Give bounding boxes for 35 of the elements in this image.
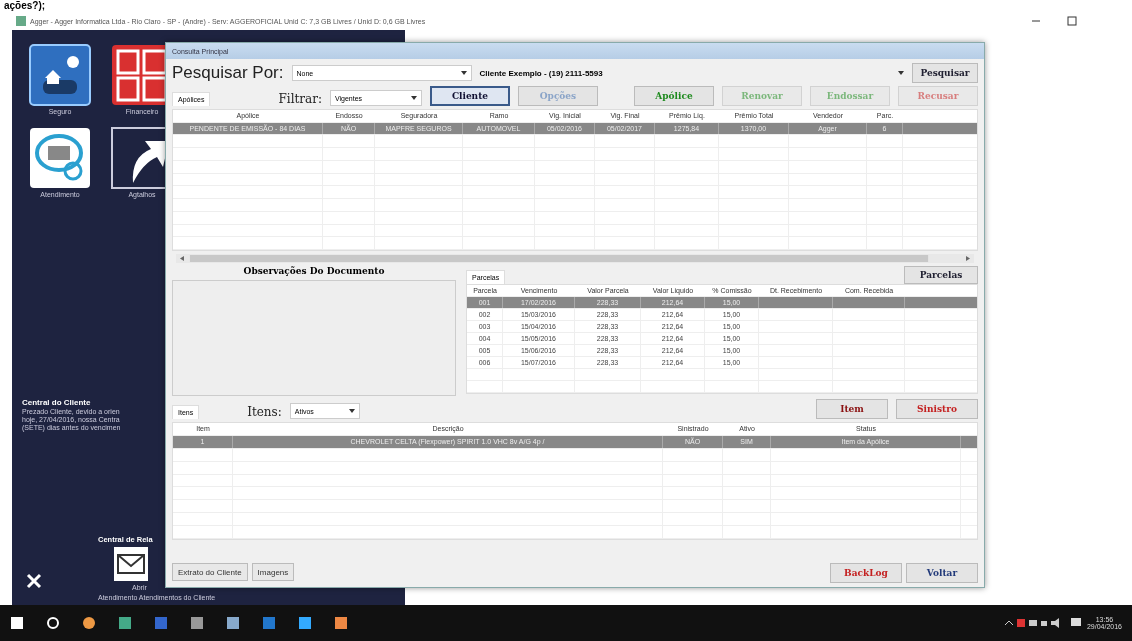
search-label: Pesquisar Por: <box>172 63 284 83</box>
search-icon[interactable] <box>46 616 60 630</box>
notification-icon[interactable] <box>1070 618 1081 628</box>
app-icon[interactable] <box>298 616 312 630</box>
claim-button[interactable]: Sinistro <box>896 399 978 419</box>
installments-button[interactable]: Parcelas <box>904 266 978 284</box>
filter-label: Filtrar: <box>278 92 322 106</box>
search-button[interactable]: Pesquisar <box>912 63 978 83</box>
app-icon[interactable] <box>190 616 204 630</box>
close-icon[interactable] <box>26 573 42 589</box>
house-icon[interactable] <box>29 44 91 106</box>
cut-off-text: ações?); <box>3 0 47 12</box>
dropdown-arrow-icon[interactable] <box>898 70 904 76</box>
envelope-icon[interactable] <box>114 547 148 581</box>
footer-button[interactable]: Extrato do Cliente <box>172 563 248 581</box>
app-icon <box>16 16 26 26</box>
app-icon[interactable] <box>334 616 348 630</box>
client-name: Cliente Exemplo - (19) 2111-5593 <box>479 68 604 78</box>
notes-label: Observações Do Documento <box>243 266 385 276</box>
items-label: Itens: <box>247 405 282 419</box>
app-icon[interactable] <box>226 616 240 630</box>
action-button[interactable]: Cliente <box>429 86 510 106</box>
dropdown-arrow-icon[interactable] <box>460 70 467 76</box>
notice-title: Central do Cliente <box>22 398 91 407</box>
horizontal-scrollbar[interactable] <box>176 254 974 263</box>
dropdown-arrow-icon[interactable] <box>348 408 355 414</box>
chat-envelope-icon[interactable] <box>29 127 91 189</box>
back-button[interactable]: Voltar <box>906 563 978 583</box>
item-button[interactable]: Item <box>816 399 888 419</box>
footer-button[interactable]: Imagens <box>251 563 295 581</box>
start-icon[interactable] <box>10 616 24 630</box>
action-button[interactable]: Apólice <box>633 86 714 106</box>
dropdown-arrow-icon[interactable] <box>410 95 417 101</box>
backlog-button[interactable]: BackLog <box>830 563 902 583</box>
notes-field[interactable] <box>172 280 456 396</box>
